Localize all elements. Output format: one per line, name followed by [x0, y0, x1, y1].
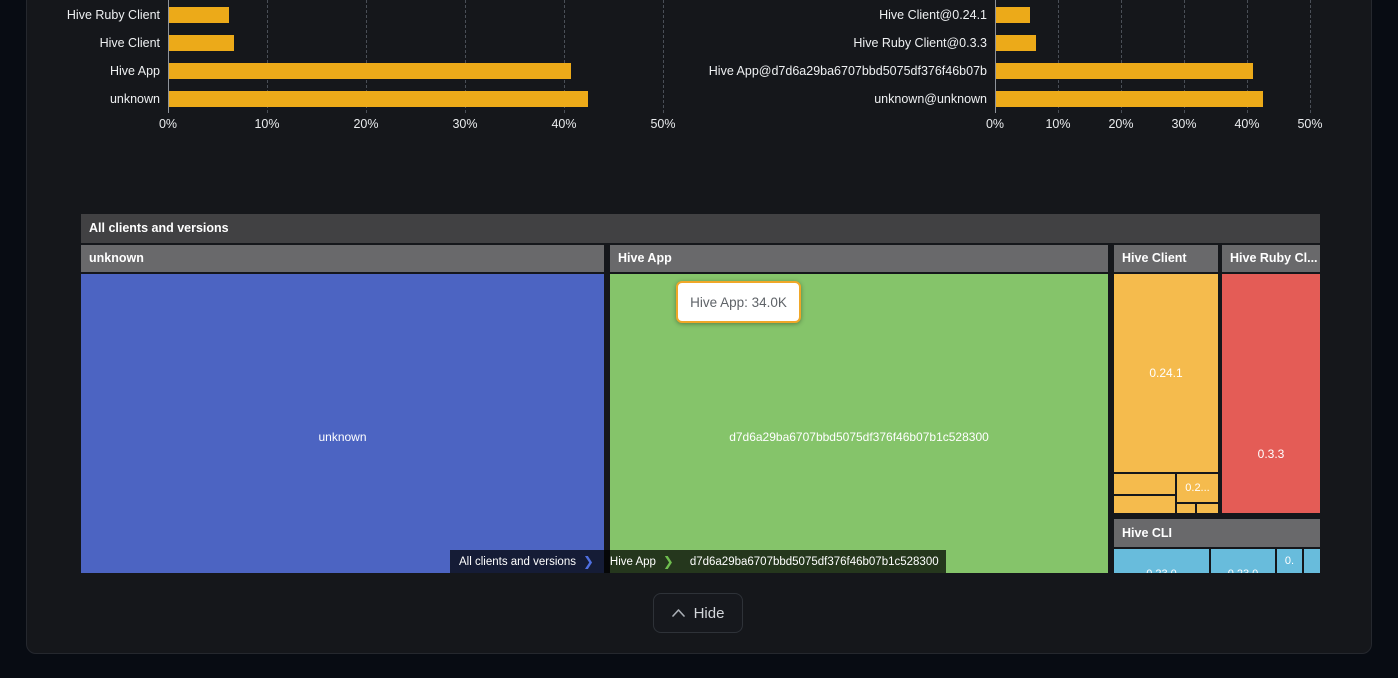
treemap-cell-hive-client-0-24-1[interactable]: 0.24.1	[1114, 274, 1218, 472]
gridline	[1310, 0, 1311, 113]
bar-category-label: Hive App	[0, 63, 160, 79]
chevron-up-icon	[672, 609, 685, 617]
treemap-cell-hive-ruby-0-3-3[interactable]: 0.3.3	[1222, 274, 1320, 513]
treemap-cell-label: 0.24.1	[1114, 365, 1218, 381]
hide-button-label: Hide	[694, 605, 725, 622]
breadcrumb: All clients and versions ❯ Hive App ❯ d7…	[450, 550, 946, 573]
x-axis-tick-label: 30%	[1160, 117, 1208, 131]
gridline	[663, 0, 664, 113]
client-share-bar-chart: 0% 10% 20% 30% 40% 50% Hive Ruby Client Hive Cl…	[0, 0, 708, 140]
treemap-cell-hive-client-sub[interactable]	[1114, 496, 1175, 513]
treemap-section-header-hive-app[interactable]: Hive App	[610, 245, 1108, 272]
bar-category-label: unknown@unknown	[690, 91, 987, 107]
breadcrumb-item-label: d7d6a29ba6707bbd5075df376f46b07b1c528300	[690, 556, 939, 568]
treemap-cell-hive-cli[interactable]	[1304, 549, 1320, 573]
treemap-section-header-hive-cli[interactable]: Hive CLI	[1114, 519, 1320, 547]
x-axis-tick-label: 10%	[243, 117, 291, 131]
x-axis-tick-label: 50%	[639, 117, 687, 131]
x-axis-tick-label: 40%	[540, 117, 588, 131]
treemap-cell-hive-client-sub[interactable]	[1177, 504, 1195, 513]
bar-category-label: Hive Ruby Client@0.3.3	[690, 35, 987, 51]
client-version-share-bar-chart: 0% 10% 20% 30% 40% 50% Hive Client@0.24.1 Hive …	[690, 0, 1398, 140]
treemap-cell-label: 0.23.0	[1114, 566, 1209, 573]
chevron-right-icon: ❯	[583, 554, 594, 570]
treemap-cell-label: unknown	[81, 429, 604, 445]
bar[interactable]	[996, 63, 1253, 79]
treemap-cell-hive-client-0-2[interactable]: 0.2...	[1177, 474, 1218, 502]
bar[interactable]	[996, 35, 1036, 51]
treemap-cell-label: 0.3.3	[1222, 446, 1320, 462]
bar[interactable]	[169, 63, 571, 79]
treemap-cell-label: d7d6a29ba6707bbd5075df376f46b07b1c528300	[610, 429, 1108, 445]
treemap-cell-hive-client-sub[interactable]	[1197, 504, 1218, 513]
bar-category-label: Hive Client@0.24.1	[690, 7, 987, 23]
x-axis-tick-label: 20%	[1097, 117, 1145, 131]
x-axis-tick-label: 20%	[342, 117, 390, 131]
treemap-cell-label: 0.	[1277, 553, 1302, 569]
treemap-section-header-hive-ruby-client[interactable]: Hive Ruby Cl...	[1222, 245, 1320, 272]
treemap-cell-hive-cli-0-23-0[interactable]: 0.23.0	[1114, 549, 1209, 573]
dashboard-page: 0% 10% 20% 30% 40% 50% Hive Ruby Client Hive Cl…	[0, 0, 1398, 678]
breadcrumb-item-root[interactable]: All clients and versions ❯	[450, 550, 601, 573]
treemap-cell-unknown[interactable]: unknown	[81, 274, 604, 573]
treemap-all-clients: All clients and versions unknown unknown…	[81, 214, 1320, 573]
breadcrumb-item-label: Hive App	[610, 556, 656, 568]
breadcrumb-item-label: All clients and versions	[459, 556, 576, 568]
x-axis-tick-label: 0%	[971, 117, 1019, 131]
bar[interactable]	[169, 91, 588, 107]
bar-category-label: Hive Ruby Client	[0, 7, 160, 23]
treemap-cell-hive-cli[interactable]: 0.	[1277, 549, 1302, 573]
bar-category-label: Hive Client	[0, 35, 160, 51]
hide-button[interactable]: Hide	[653, 593, 743, 633]
treemap-cell-hive-client-sub[interactable]	[1114, 474, 1175, 494]
bar[interactable]	[169, 35, 234, 51]
x-axis-tick-label: 50%	[1286, 117, 1334, 131]
treemap-tooltip: Hive App: 34.0K	[676, 281, 801, 323]
treemap-cell-label: 0.2...	[1177, 480, 1218, 496]
bar-category-label: unknown	[0, 91, 160, 107]
bar[interactable]	[169, 7, 229, 23]
breadcrumb-item-version-hash[interactable]: d7d6a29ba6707bbd5075df376f46b07b1c528300	[681, 550, 946, 573]
bar[interactable]	[996, 7, 1030, 23]
treemap-section-header-unknown[interactable]: unknown	[81, 245, 604, 272]
treemap-cell-hive-cli-0-23-0[interactable]: 0.23.0	[1211, 549, 1275, 573]
x-axis-tick-label: 30%	[441, 117, 489, 131]
x-axis-tick-label: 10%	[1034, 117, 1082, 131]
treemap-section-header-hive-client[interactable]: Hive Client	[1114, 245, 1218, 272]
treemap-cell-label: 0.23.0	[1211, 566, 1275, 573]
bar[interactable]	[996, 91, 1263, 107]
chevron-right-icon: ❯	[663, 554, 674, 570]
x-axis-tick-label: 40%	[1223, 117, 1271, 131]
treemap-title[interactable]: All clients and versions	[81, 214, 1320, 243]
x-axis-tick-label: 0%	[144, 117, 192, 131]
bar-category-label: Hive App@d7d6a29ba6707bbd5075df376f46b07…	[690, 63, 987, 79]
breadcrumb-item-hive-app[interactable]: Hive App ❯	[601, 550, 681, 573]
